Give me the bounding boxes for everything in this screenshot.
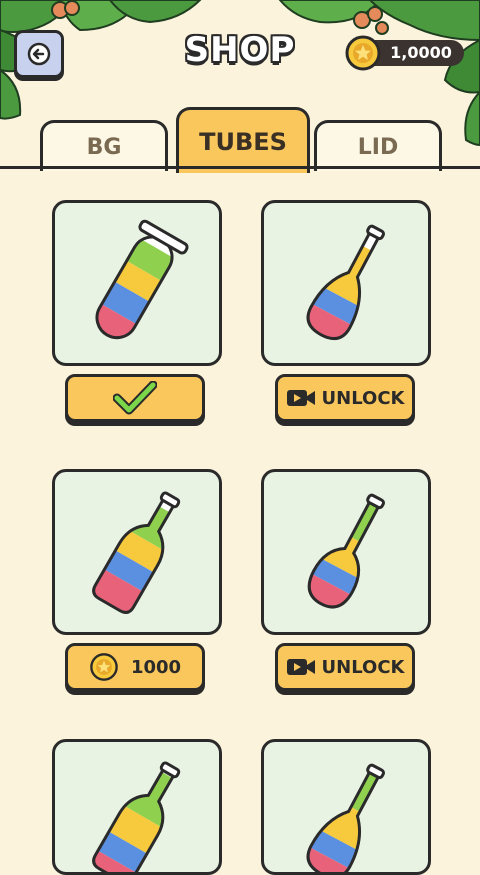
unlock-video-button[interactable]: UNLOCK	[275, 374, 415, 422]
tube-item-long-neck-bottle[interactable]	[261, 200, 431, 366]
unlock-label: UNLOCK	[321, 656, 405, 678]
shop-header: SHOP 1,0000 BG LID TUBES	[0, 0, 480, 173]
check-icon	[113, 381, 157, 415]
tab-lid[interactable]: LID	[314, 120, 442, 171]
coin-balance: 1,0000	[345, 35, 464, 71]
price-label: 1000	[130, 656, 182, 678]
video-camera-icon	[286, 390, 315, 406]
tab-divider	[0, 166, 480, 169]
tab-tubes[interactable]: TUBES	[176, 107, 310, 173]
coin-icon	[90, 653, 118, 681]
wine-bottle-image	[90, 491, 188, 616]
tab-tubes-label: TUBES	[199, 127, 287, 156]
unlock-video-button[interactable]: UNLOCK	[275, 643, 415, 691]
long-neck-bottle-image	[301, 224, 394, 346]
tab-bg-label: BG	[86, 134, 122, 160]
tube-item-round-flask[interactable]	[261, 469, 431, 635]
tube-item-wine-bottle[interactable]	[52, 469, 222, 635]
selected-button[interactable]	[65, 374, 205, 422]
coin-balance-value: 1,0000	[390, 43, 452, 62]
test-tube-image	[89, 219, 189, 345]
tab-bg[interactable]: BG	[40, 120, 168, 171]
tab-lid-label: LID	[357, 134, 399, 160]
buy-button[interactable]: 1000	[65, 643, 205, 691]
tube-item-long-neck-bottle-2[interactable]	[261, 739, 431, 875]
tube-item-wine-bottle-green[interactable]	[52, 739, 222, 875]
unlock-label: UNLOCK	[321, 387, 405, 409]
coin-icon	[345, 35, 381, 71]
round-flask-image	[301, 493, 394, 615]
tube-item-test-tube[interactable]	[52, 200, 222, 366]
video-camera-icon	[286, 659, 315, 675]
